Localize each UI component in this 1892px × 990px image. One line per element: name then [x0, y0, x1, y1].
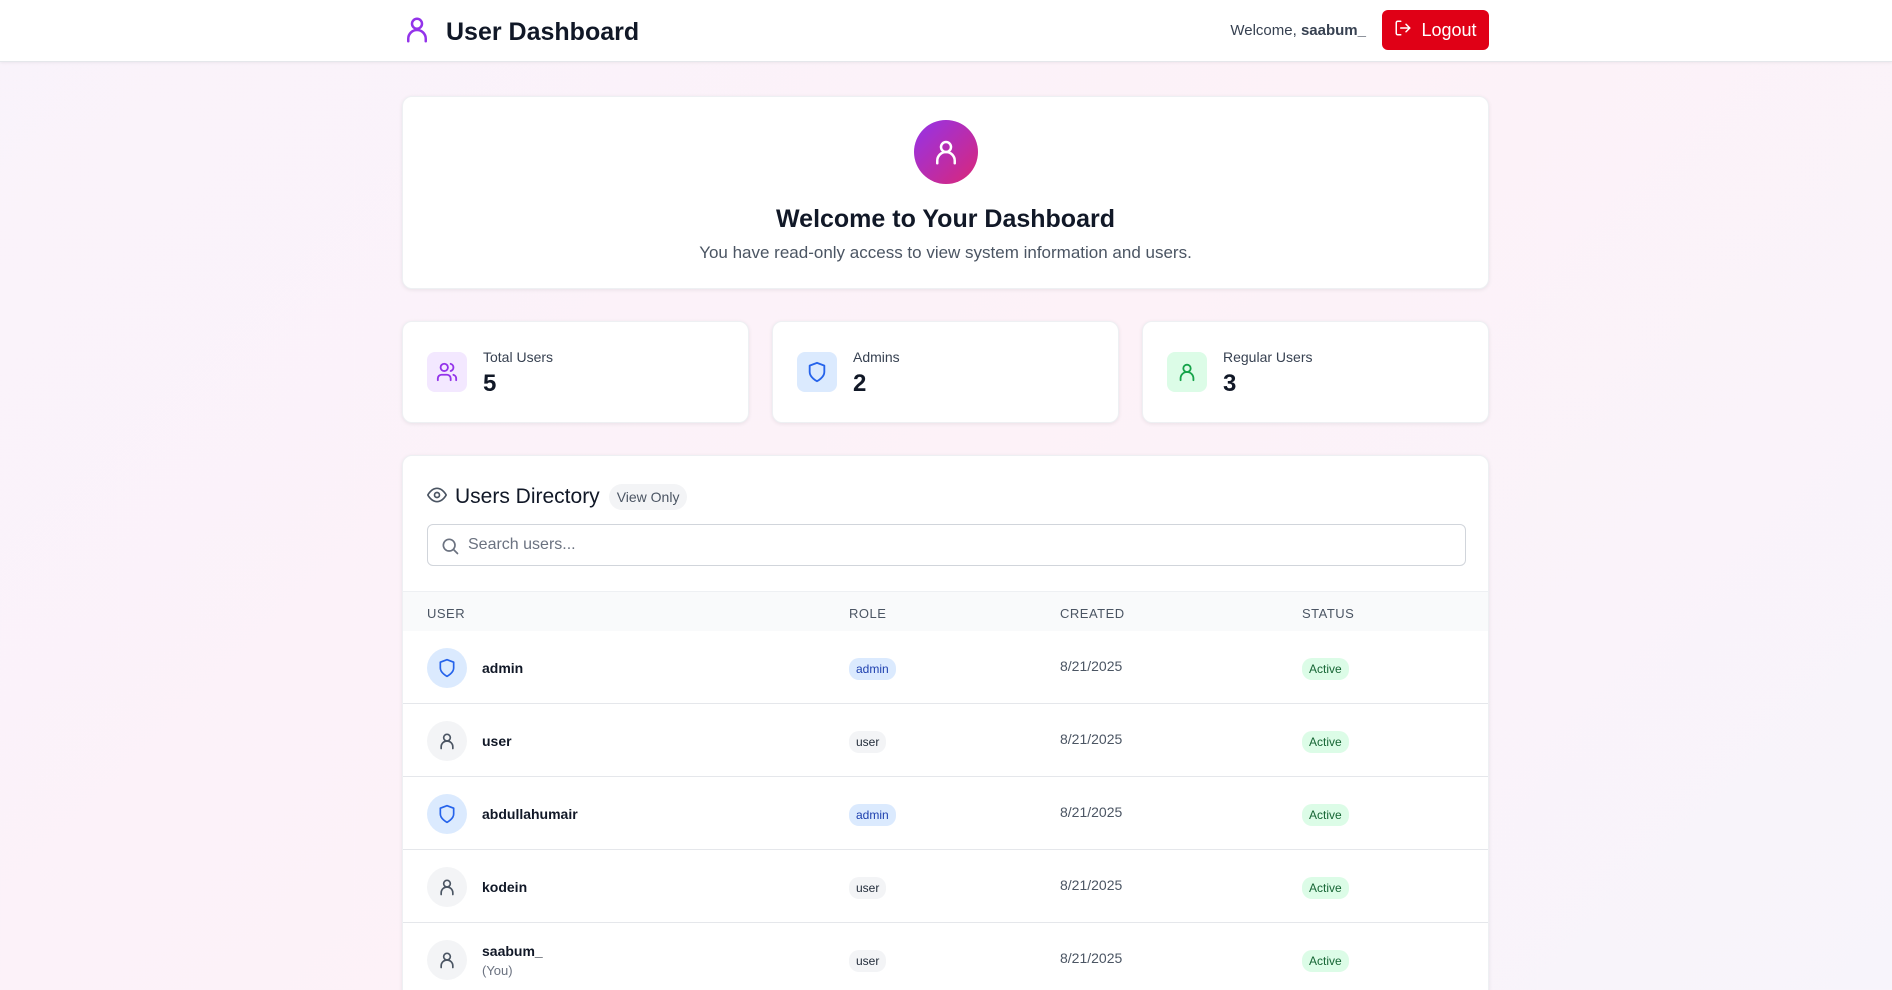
user-name: abdullahumair [482, 806, 578, 822]
stat-value: 5 [483, 370, 497, 397]
user-icon [1167, 352, 1207, 392]
status-badge: Active [1302, 658, 1349, 680]
user-name: admin [482, 660, 524, 676]
shield-icon [427, 648, 467, 688]
column-header-created: CREATED [1060, 606, 1125, 621]
welcome-text: Welcome, saabum_ [1230, 22, 1366, 39]
app-title: User Dashboard [446, 18, 640, 46]
table-header: USER ROLE CREATED STATUS [403, 591, 1488, 631]
created-date: 8/21/2025 [1060, 658, 1123, 674]
users-directory-card: Users Directory View Only USER ROLE CREA… [402, 455, 1489, 990]
search-box [427, 524, 1466, 566]
eye-icon [427, 485, 447, 510]
status-badge: Active [1302, 950, 1349, 972]
role-badge: user [849, 950, 887, 972]
table-row: kodein user 8/21/2025 Active [403, 850, 1488, 923]
column-header-user: USER [427, 606, 466, 621]
logout-icon [1394, 19, 1421, 42]
stat-card-regular-users: Regular Users 3 [1142, 321, 1489, 423]
table-row: abdullahumair admin 8/21/2025 Active [403, 777, 1488, 850]
user-icon [402, 14, 432, 51]
stat-card-total-users: Total Users 5 [402, 321, 749, 423]
role-badge: admin [849, 804, 896, 826]
column-header-role: ROLE [849, 606, 887, 621]
current-username: saabum_ [1300, 22, 1366, 39]
user-name: saabum_ [482, 943, 543, 959]
welcome-card: Welcome to Your Dashboard You have read-… [402, 96, 1489, 289]
shield-icon [797, 352, 837, 392]
shield-icon [427, 794, 467, 834]
current-user-tag: (You) [482, 963, 513, 978]
status-badge: Active [1302, 877, 1349, 899]
welcome-subtitle: You have read-only access to view system… [699, 243, 1192, 262]
users-icon [427, 352, 467, 392]
created-date: 8/21/2025 [1060, 731, 1123, 747]
stat-label: Regular Users [1223, 349, 1313, 365]
welcome-prefix: Welcome, [1230, 22, 1297, 39]
user-name: user [482, 733, 512, 749]
stat-card-admins: Admins 2 [772, 321, 1119, 423]
search-input[interactable] [468, 525, 1458, 565]
logout-label: Logout [1421, 19, 1477, 40]
stat-label: Admins [853, 349, 900, 365]
column-header-status: STATUS [1302, 606, 1355, 621]
status-badge: Active [1302, 731, 1349, 753]
stat-value: 2 [853, 370, 867, 397]
table-row: admin admin 8/21/2025 Active [403, 631, 1488, 704]
top-navbar: User Dashboard Welcome, saabum_ Logout [0, 0, 1892, 62]
status-badge: Active [1302, 804, 1349, 826]
role-badge: user [849, 877, 887, 899]
role-badge: user [849, 731, 887, 753]
created-date: 8/21/2025 [1060, 950, 1123, 966]
welcome-title: Welcome to Your Dashboard [776, 205, 1115, 233]
table-row: user user 8/21/2025 Active [403, 704, 1488, 777]
user-icon [427, 940, 467, 980]
stat-value: 3 [1223, 370, 1237, 397]
logout-button[interactable]: Logout [1382, 10, 1489, 50]
brand: User Dashboard [402, 14, 639, 51]
user-icon [427, 867, 467, 907]
user-avatar-icon [914, 120, 978, 184]
user-icon [427, 721, 467, 761]
table-row: saabum_ (You) user 8/21/2025 Active [403, 923, 1488, 990]
user-name: kodein [482, 879, 528, 895]
directory-title: Users Directory [455, 485, 600, 508]
stat-label: Total Users [483, 349, 554, 365]
view-only-badge: View Only [608, 484, 688, 510]
created-date: 8/21/2025 [1060, 877, 1123, 893]
directory-header: Users Directory View Only [427, 484, 688, 510]
created-date: 8/21/2025 [1060, 804, 1123, 820]
role-badge: admin [849, 658, 896, 680]
